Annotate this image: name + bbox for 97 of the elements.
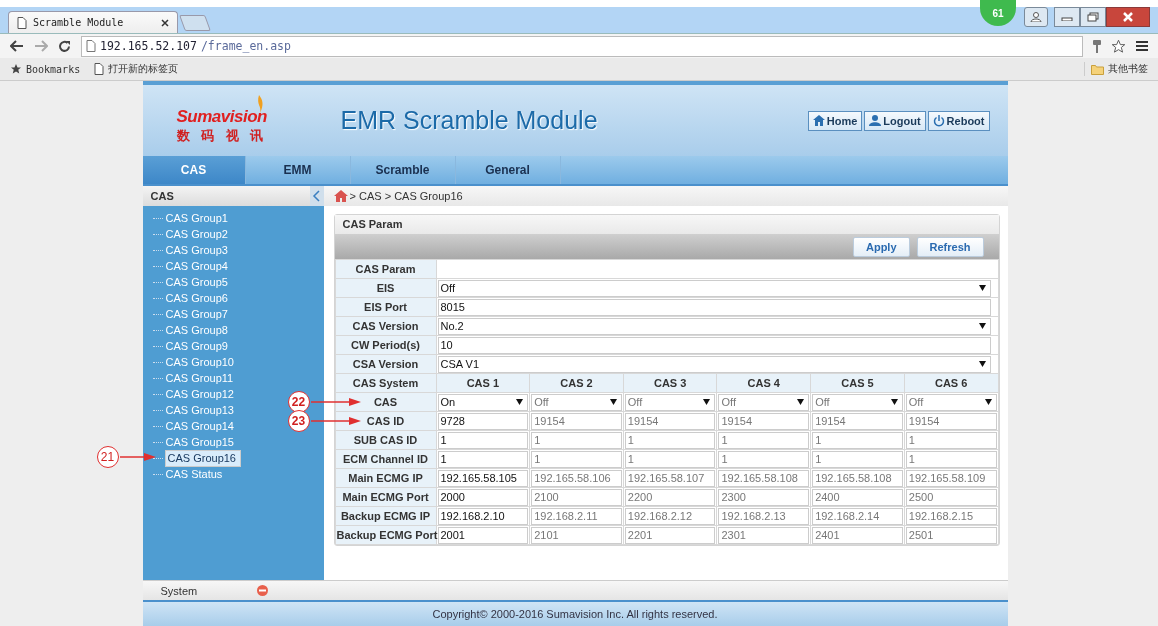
sidebar-item[interactable]: CAS Group6 xyxy=(164,291,229,305)
logo-subtitle: 数 码 视 讯 xyxy=(176,126,269,145)
back-icon[interactable] xyxy=(10,40,24,52)
param-label: CAS ID xyxy=(366,415,405,427)
system-label: System xyxy=(160,584,198,597)
page-icon xyxy=(17,16,27,29)
nav-tab[interactable]: EMM xyxy=(245,156,351,184)
folder-icon xyxy=(1091,63,1104,75)
other-bookmarks-link[interactable]: 其他书签 xyxy=(1084,62,1148,76)
dropdown-arrow-icon xyxy=(978,361,986,367)
nav-tab[interactable]: CAS xyxy=(142,156,246,184)
star-icon[interactable] xyxy=(1111,38,1126,54)
bookmarks-link[interactable]: Bookmarks xyxy=(10,63,81,75)
reload-icon[interactable] xyxy=(58,39,71,53)
select-field[interactable]: CSA V1 xyxy=(437,355,991,373)
dropdown-arrow-icon xyxy=(609,399,617,405)
page-icon xyxy=(94,63,105,75)
bookmark-link[interactable]: 打开新的标签页 xyxy=(94,62,179,76)
sidebar-item[interactable]: CAS Group15 xyxy=(164,435,235,449)
param-label: CAS xyxy=(373,396,398,408)
header-button[interactable]: Reboot xyxy=(927,110,990,131)
param-label: Main ECMG IP xyxy=(348,472,423,484)
sidebar-item[interactable]: CAS Group12 xyxy=(164,387,235,401)
dropdown-arrow-icon xyxy=(890,399,898,405)
select-field[interactable]: No.2 xyxy=(437,317,991,335)
sidebar-item[interactable]: CAS Group7 xyxy=(164,307,229,321)
sidebar-heading: CAS xyxy=(150,190,174,202)
sidebar-item[interactable]: CAS Group5 xyxy=(164,275,229,289)
input-field[interactable]: 9728 xyxy=(437,412,529,430)
home-icon[interactable] xyxy=(333,190,348,202)
param-label: CAS Param xyxy=(335,259,436,279)
sidebar-item[interactable]: CAS Group9 xyxy=(164,339,229,353)
param-label: ECM Channel ID xyxy=(343,453,428,465)
breadcrumb: > CAS > CAS Group16 xyxy=(349,190,463,202)
sidebar-item[interactable]: CAS Group8 xyxy=(164,323,229,337)
sidebar-item[interactable]: CAS Group10 xyxy=(164,355,235,369)
copyright-text: Copyright© 2000-2016 Sumavision Inc. All rights reserved. xyxy=(432,608,718,620)
address-field[interactable]: 192.165.52.107 /frame_en.asp xyxy=(81,35,1083,57)
select-field[interactable]: Off xyxy=(437,279,991,297)
input-field[interactable]: 2000 xyxy=(437,488,529,506)
user-icon xyxy=(869,115,882,126)
stop-icon[interactable] xyxy=(257,585,269,596)
dropdown-arrow-icon xyxy=(978,285,986,291)
sidebar-item[interactable]: CAS Group4 xyxy=(164,259,229,273)
toolbar-button[interactable]: Refresh xyxy=(916,236,984,257)
sidebar-item[interactable]: CAS Group2 xyxy=(164,227,229,241)
callout-arrow xyxy=(310,416,361,426)
header-button[interactable]: Home xyxy=(807,110,863,131)
callout-arrow xyxy=(119,452,156,462)
sidebar-item[interactable]: CAS Group1 xyxy=(164,211,229,225)
param-label: Backup ECMG IP xyxy=(340,510,431,522)
close-icon[interactable] xyxy=(161,18,169,27)
sidebar-item[interactable]: CAS Status xyxy=(164,467,224,481)
input-field[interactable]: 10 xyxy=(437,336,991,354)
star-icon xyxy=(10,63,22,75)
dropdown-arrow-icon xyxy=(703,399,711,405)
count-badge: 61 xyxy=(980,0,1016,26)
select-field[interactable]: On xyxy=(437,393,529,411)
param-label: Main ECMG Port xyxy=(342,491,429,503)
forward-icon[interactable] xyxy=(34,40,48,52)
module-title: EMR Scramble Module xyxy=(340,106,599,135)
param-label: SUB CAS ID xyxy=(353,434,418,446)
sidebar-item[interactable]: CAS Group3 xyxy=(164,243,229,257)
nav-tab[interactable]: Scramble xyxy=(350,156,456,184)
browser-tab[interactable]: Scramble Module xyxy=(8,11,178,33)
param-label: Backup ECMG Port xyxy=(336,529,438,541)
dropdown-arrow-icon xyxy=(516,399,524,405)
sidebar-item[interactable]: CAS Group11 xyxy=(164,371,235,385)
dropdown-arrow-icon xyxy=(978,323,986,329)
callout-arrow xyxy=(310,397,361,407)
menu-icon[interactable] xyxy=(1136,40,1148,52)
input-field[interactable]: 8015 xyxy=(437,298,991,316)
nav-tab[interactable]: General xyxy=(455,156,561,184)
input-field[interactable]: 1 xyxy=(437,450,529,468)
logo-name: Sumavision xyxy=(176,106,268,127)
tab-title: Scramble Module xyxy=(33,17,124,28)
header-button[interactable]: Logout xyxy=(864,110,926,131)
page-icon xyxy=(86,40,96,52)
user-icon[interactable] xyxy=(1024,7,1048,27)
input-field[interactable]: 2001 xyxy=(437,526,529,544)
collapse-icon[interactable] xyxy=(309,186,324,206)
close-window-icon[interactable] xyxy=(1106,7,1150,27)
sidebar-item[interactable]: CAS Group14 xyxy=(164,419,235,433)
input-field[interactable]: 1 xyxy=(437,431,529,449)
sidebar-item[interactable]: CAS Group16 xyxy=(164,449,241,467)
home-icon xyxy=(812,115,825,126)
toolbar-button[interactable]: Apply xyxy=(852,236,910,257)
callout-number: 21 xyxy=(96,446,119,468)
restore-icon[interactable] xyxy=(1080,7,1106,27)
dropdown-arrow-icon xyxy=(797,399,805,405)
dropdown-arrow-icon xyxy=(984,399,992,405)
input-field[interactable]: 192.168.2.10 xyxy=(437,507,529,525)
panel-title: CAS Param xyxy=(334,215,999,234)
minimize-icon[interactable] xyxy=(1054,7,1080,27)
power-icon xyxy=(932,114,945,127)
input-field[interactable]: 192.165.58.105 xyxy=(437,469,529,487)
sidebar-item[interactable]: CAS Group13 xyxy=(164,403,235,417)
